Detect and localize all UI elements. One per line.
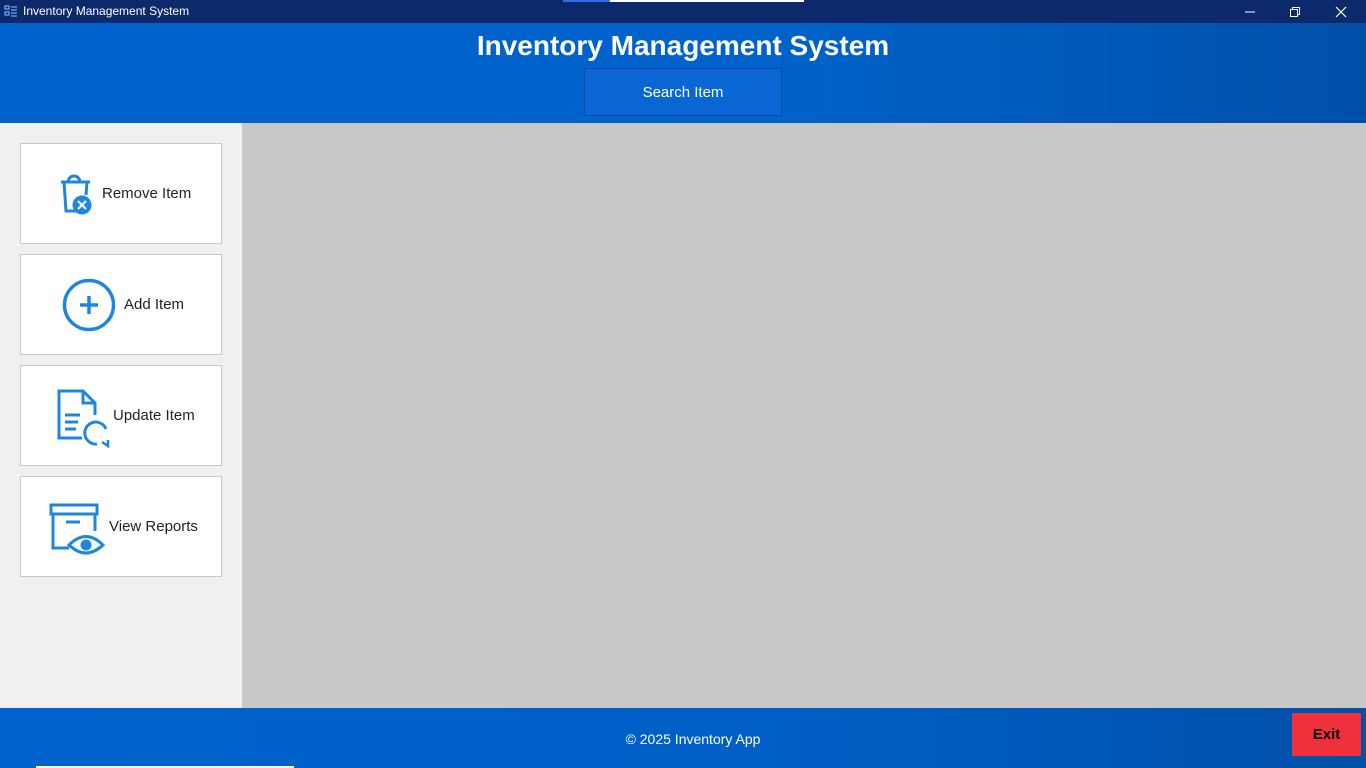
remove-item-label: Remove Item: [102, 185, 192, 202]
app-header: Inventory Management System Search Item: [0, 23, 1366, 123]
add-item-label: Add Item: [124, 296, 185, 313]
app-icon: [4, 5, 17, 17]
remove-item-button[interactable]: Remove Item: [20, 143, 222, 244]
app-footer: © 2025 Inventory App Exit: [0, 708, 1366, 768]
view-reports-label: View Reports: [109, 518, 198, 535]
restore-icon: [1290, 6, 1300, 17]
minimize-icon: [1245, 11, 1255, 12]
page-title: Inventory Management System: [476, 30, 890, 61]
add-item-button[interactable]: Add Item: [20, 254, 222, 355]
update-item-label: Update Item: [113, 407, 195, 424]
archive-eye-icon: [49, 503, 105, 555]
document-refresh-icon: [57, 389, 110, 448]
window-titlebar: Inventory Management System: [0, 0, 1366, 23]
minimize-button[interactable]: [1227, 0, 1273, 23]
close-icon: [1335, 6, 1347, 17]
copyright-text: © 2025 Inventory App: [625, 731, 761, 747]
plus-circle-icon: [62, 278, 116, 332]
update-item-button[interactable]: Update Item: [20, 365, 222, 466]
close-button[interactable]: [1318, 0, 1364, 23]
sidebar: Remove Item Add Item Update Item View Re…: [0, 123, 242, 708]
search-item-button[interactable]: Search Item: [584, 68, 782, 116]
titlebar-accent-light: [610, 0, 804, 2]
titlebar-accent: [563, 0, 610, 2]
trash-remove-icon: [61, 174, 92, 215]
restore-button[interactable]: [1272, 0, 1318, 23]
view-reports-button[interactable]: View Reports: [20, 476, 222, 577]
content-panel: [242, 123, 1366, 708]
window-title: Inventory Management System: [23, 4, 190, 18]
exit-button[interactable]: Exit: [1292, 713, 1361, 756]
